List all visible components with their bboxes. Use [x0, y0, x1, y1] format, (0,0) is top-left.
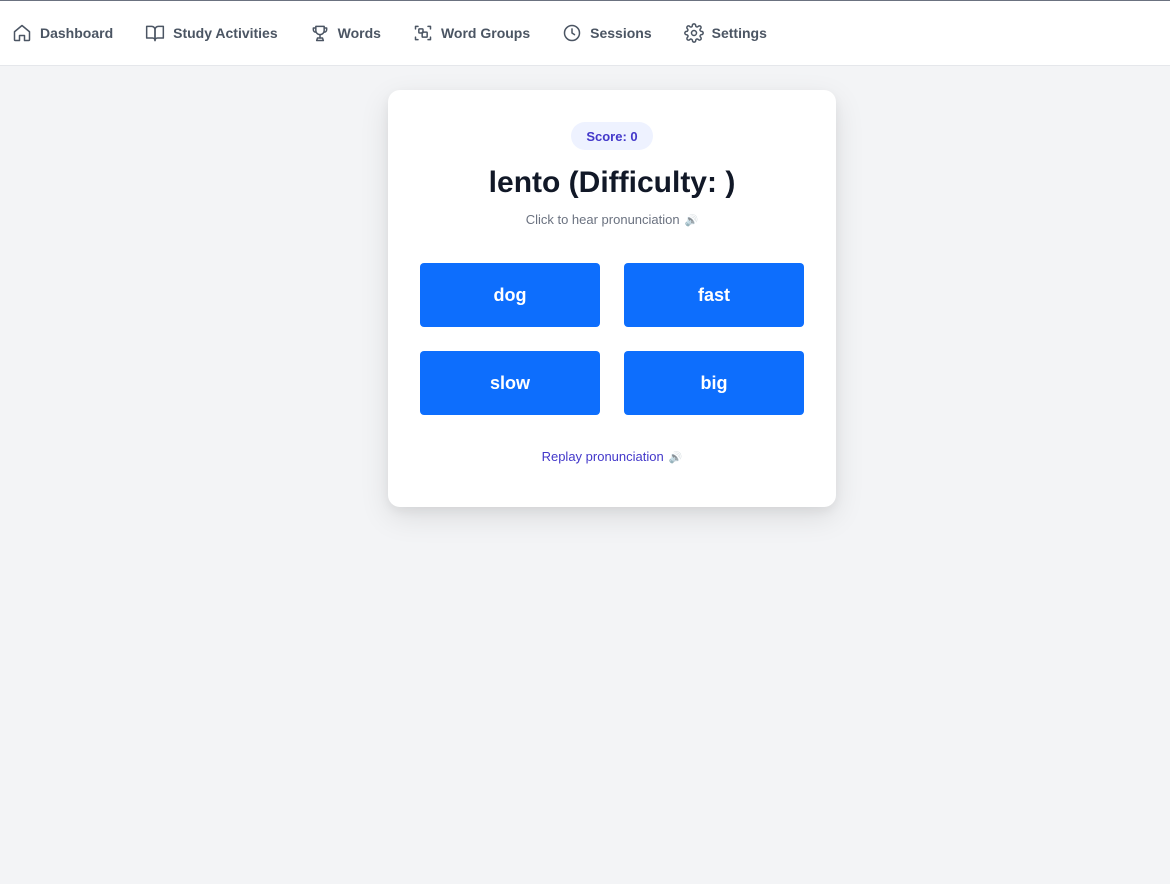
nav-item-settings[interactable]: Settings [683, 23, 767, 43]
nav-item-word-groups[interactable]: Word Groups [413, 23, 530, 43]
nav-item-study-activities[interactable]: Study Activities [145, 23, 278, 43]
top-navbar: Dashboard Study Activities Words Word Gr… [0, 0, 1170, 66]
answer-option-button[interactable]: slow [420, 351, 600, 415]
score-badge: Score: 0 [571, 122, 653, 150]
nav-label-words: Words [337, 25, 381, 41]
pronunciation-hint[interactable]: Click to hear pronunciation 🔊 [388, 212, 836, 227]
speaker-icon: 🔊 [668, 452, 683, 464]
pronunciation-hint-text: Click to hear pronunciation [525, 212, 680, 227]
nav-label-sessions: Sessions [590, 25, 652, 41]
word-title[interactable]: lento (Difficulty: ) [388, 166, 836, 200]
home-icon [13, 24, 31, 42]
clock-icon [563, 24, 581, 42]
answer-option-button[interactable]: fast [624, 263, 804, 327]
gear-icon [683, 23, 704, 43]
nav-item-sessions[interactable]: Sessions [562, 23, 652, 43]
answer-option-button[interactable]: dog [420, 263, 600, 327]
replay-label: Replay pronunciation [541, 449, 664, 464]
replay-pronunciation-link[interactable]: Replay pronunciation 🔊 [388, 449, 836, 464]
nav-item-dashboard[interactable]: Dashboard [12, 23, 113, 43]
scan-icon [414, 25, 432, 41]
nav-item-words[interactable]: Words [310, 23, 381, 43]
speaker-icon: 🔊 [684, 215, 699, 227]
nav-label-settings: Settings [711, 25, 767, 41]
answer-option-button[interactable]: big [624, 351, 804, 415]
book-icon [146, 25, 165, 42]
nav-label-study-activities: Study Activities [173, 25, 278, 41]
trophy-icon [312, 25, 328, 42]
nav-label-dashboard: Dashboard [40, 25, 114, 41]
nav-label-word-groups: Word Groups [440, 25, 531, 41]
quiz-card: Score: 0 lento (Difficulty: ) Click to h… [388, 90, 836, 507]
